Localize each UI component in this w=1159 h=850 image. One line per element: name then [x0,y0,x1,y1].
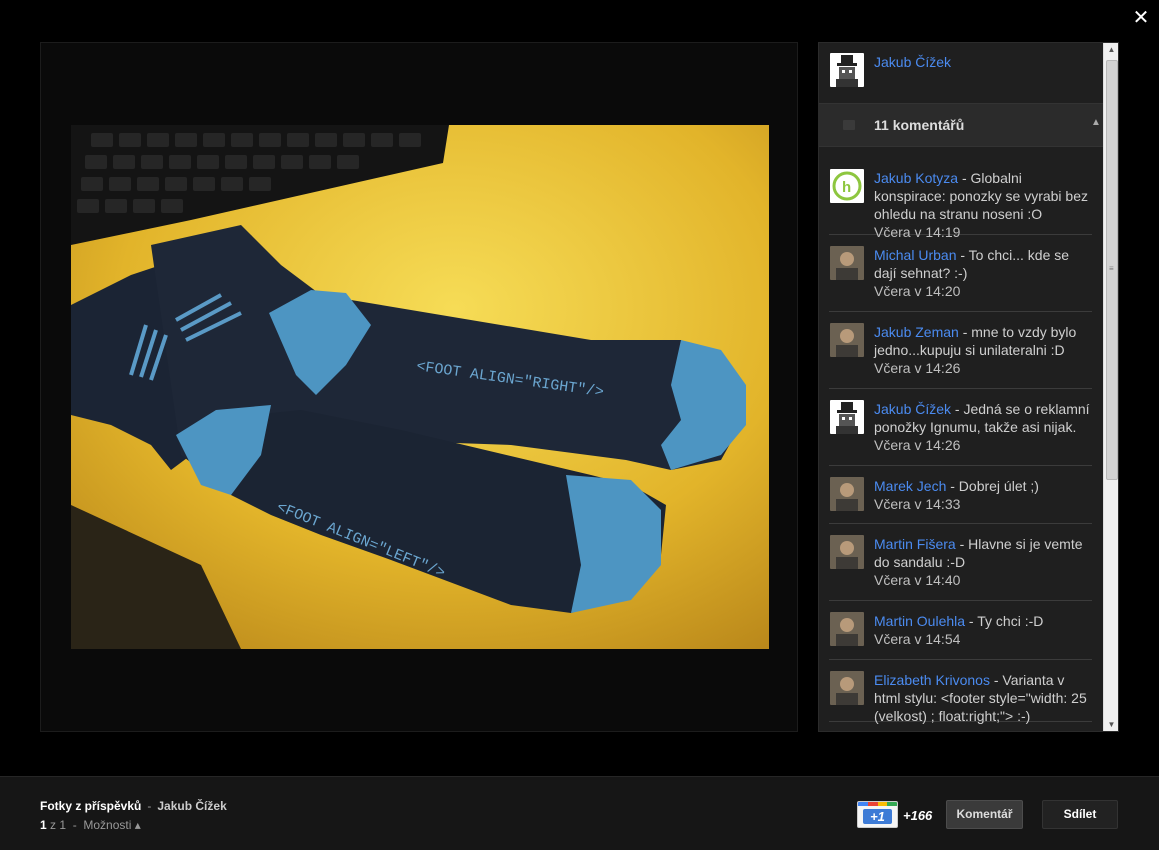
close-icon[interactable]: ✕ [1129,6,1153,30]
avatar[interactable] [830,53,864,87]
scrollbar[interactable]: ▲ ≡ ▼ [1103,43,1118,731]
bottom-bar: Fotky z příspěvků - Jakub Čížek 1 z 1 - Mo… [0,776,1159,850]
comment-item: Marek Jech - Dobrej úlet ;) Včera v 14:33 [829,466,1092,524]
svg-text:h: h [842,179,851,196]
comment-author-link[interactable]: Martin Fišera [874,536,956,552]
owner-name-link[interactable]: Jakub Čížek [874,54,951,70]
photo-frame: <FOOT ALIGN="RIGHT"/> <FOOT ALIGN="LEFT"… [40,42,798,732]
avatar[interactable]: h [830,169,864,203]
comment-body: Michal Urban - To chci... kde se dají se… [874,246,1092,300]
comment-author-link[interactable]: Martin Oulehla [874,613,965,629]
comment-text: - Dobrej úlet ;) [946,478,1039,494]
scroll-down-icon[interactable]: ▼ [1104,718,1118,731]
comment-body: Martin Oulehla - Ty chci :-D Včera v 14:5… [874,612,1092,648]
comment-timestamp[interactable]: Včera v 14:33 [874,496,960,512]
comment-text: - Ty chci :-D [965,613,1044,629]
comment-body: Jakub Zeman - mne to vzdy bylo jedno...k… [874,323,1092,377]
avatar[interactable] [830,535,864,569]
comment-author-link[interactable]: Elizabeth Krivonos [874,672,990,688]
plus-one-label: +1 [863,809,892,824]
comments-header[interactable]: 11 komentářů ▲ [819,104,1118,147]
avatar[interactable] [830,477,864,511]
pager-current: 1 [40,818,47,832]
comment-item: Michal Urban - To chci... kde se dají se… [829,235,1092,312]
comment-item: Elizabeth Krivonos - Varianta v html sty… [829,660,1092,725]
scroll-up-icon[interactable]: ▲ [1104,43,1118,57]
pager: 1 z 1 - Možnosti ▴ [40,818,141,832]
comment-icon [843,120,855,130]
comment-author-link[interactable]: Marek Jech [874,478,946,494]
comment-timestamp[interactable]: Včera v 14:26 [874,437,960,453]
album-title-link[interactable]: Fotky z příspěvků [40,799,141,813]
comment-body: Elizabeth Krivonos - Varianta v html sty… [874,671,1092,725]
comment-body: Jakub Čížek - Jedná se o reklamní ponožk… [874,400,1092,454]
comment-item: Jakub Čížek - Jedná se o reklamní ponožk… [829,389,1092,466]
avatar[interactable] [830,612,864,646]
avatar[interactable] [830,323,864,357]
album-info: Fotky z příspěvků - Jakub Čížek [40,799,227,813]
plus-one-button[interactable]: +1 [857,801,898,828]
comment-body: Martin Fišera - Hlavne si je vemte do sa… [874,535,1092,589]
comment-button[interactable]: Komentář [946,800,1023,829]
photo: <FOOT ALIGN="RIGHT"/> <FOOT ALIGN="LEFT"… [71,125,769,649]
comment-timestamp[interactable]: Včera v 14:54 [874,631,960,647]
album-separator: - [147,799,152,813]
comment-timestamp[interactable]: Včera v 14:20 [874,283,960,299]
comments-sidebar: Jakub Čížek 11 komentářů ▲ h Jakub Kotyza… [818,42,1119,732]
grip-icon: ≡ [1109,264,1114,273]
comment-timestamp[interactable]: Včera v 14:26 [874,360,960,376]
comment-body: Marek Jech - Dobrej úlet ;) Včera v 14:33 [874,477,1092,513]
comments-count: 11 komentářů [874,117,965,133]
scrollbar-thumb[interactable]: ≡ [1106,60,1118,480]
comment-author-link[interactable]: Jakub Zeman [874,324,959,340]
avatar[interactable] [830,400,864,434]
photo-image: <FOOT ALIGN="RIGHT"/> <FOOT ALIGN="LEFT"… [71,125,769,649]
photo-owner: Jakub Čížek [819,43,1118,104]
album-owner-link[interactable]: Jakub Čížek [157,799,226,813]
comment-author-link[interactable]: Jakub Kotyza [874,170,958,186]
comment-author-link[interactable]: Michal Urban [874,247,956,263]
comment-item: Martin Fišera - Hlavne si je vemte do sa… [829,524,1092,601]
options-menu[interactable]: Možnosti ▴ [83,818,140,832]
comment-author-link[interactable]: Jakub Čížek [874,401,951,417]
mute-icon[interactable]: ▲ [1091,117,1101,128]
avatar[interactable] [830,671,864,705]
share-button[interactable]: Sdílet [1042,800,1118,829]
comment-item: Jakub Zeman - mne to vzdy bylo jedno...k… [829,312,1092,389]
comment-body: Jakub Kotyza - Globalni konspirace: pono… [874,169,1092,241]
comment-item: h Jakub Kotyza - Globalni konspirace: pon… [829,147,1092,240]
google-color-stripe [858,802,897,806]
avatar[interactable] [830,246,864,280]
pager-total: z 1 - [46,818,84,832]
comment-item: Martin Oulehla - Ty chci :-D Včera v 14:5… [829,601,1092,660]
plus-one-count: +166 [903,808,933,823]
comment-timestamp[interactable]: Včera v 14:40 [874,572,960,588]
comments-list: h Jakub Kotyza - Globalni konspirace: pon… [819,147,1103,725]
